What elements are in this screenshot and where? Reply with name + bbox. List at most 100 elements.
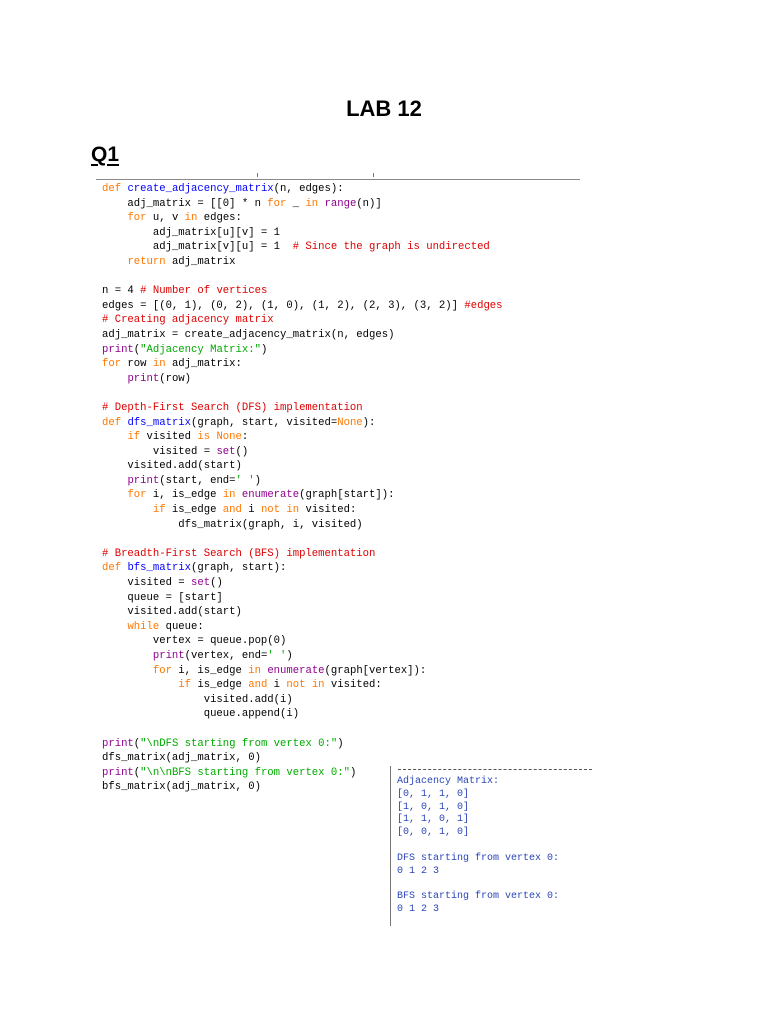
code-line: visited = set() <box>102 576 503 591</box>
code-line: print(start, end=' ') <box>102 474 503 489</box>
code-token: not in <box>286 679 325 692</box>
code-token: is_edge <box>165 504 223 517</box>
code-token: create_adjacency_matrix <box>127 183 274 195</box>
code-token: (graph[vertex]): <box>324 664 427 677</box>
code-token: ) <box>260 343 268 356</box>
code-line: print("\nDFS starting from vertex 0:") <box>102 737 503 752</box>
code-token: "\n\nBFS starting from vertex 0:" <box>140 766 350 779</box>
code-token: print <box>127 474 160 487</box>
code-token: enumerate <box>267 664 325 677</box>
code-token: if <box>152 504 166 517</box>
code-token: visited.add(start) <box>102 606 242 619</box>
code-token: ) <box>286 650 293 662</box>
output-line: 0 1 2 3 <box>397 903 440 915</box>
code-token: ) <box>337 737 344 750</box>
output-line: [0, 1, 1, 0] <box>397 788 470 800</box>
code-token: ' ' <box>267 650 287 662</box>
code-screenshot: def create_adjacency_matrix(n, edges): a… <box>96 172 580 802</box>
code-top-border <box>96 179 580 180</box>
code-line: for i, is_edge in enumerate(graph[vertex… <box>102 664 503 679</box>
code-token: # Breadth-First Search (BFS) implementat… <box>102 547 376 560</box>
code-token: edges: <box>197 212 242 225</box>
code-line: queue = [start] <box>102 591 503 606</box>
code-line: if is_edge and i not in visited: <box>102 503 503 518</box>
code-line: edges = [(0, 1), (0, 2), (1, 0), (1, 2),… <box>102 299 503 314</box>
code-token: adj_matrix <box>165 255 236 268</box>
output-line: [0, 0, 1, 0] <box>397 827 470 839</box>
code-listing: def create_adjacency_matrix(n, edges): a… <box>102 182 503 795</box>
code-token: ): <box>362 416 376 429</box>
code-token: # Depth-First Search (DFS) implementatio… <box>102 401 363 414</box>
code-token: _ <box>286 197 306 210</box>
code-token: visited = <box>102 445 217 458</box>
output-line: [1, 1, 0, 1] <box>397 814 470 826</box>
output-line: BFS starting from vertex 0: <box>397 891 560 903</box>
code-token: return <box>127 255 166 268</box>
code-line: visited.add(start) <box>102 605 503 620</box>
code-line: visited.add(start) <box>102 459 503 474</box>
code-token: () <box>235 445 249 458</box>
code-token: for <box>102 358 122 371</box>
code-line: if is_edge and i not in visited: <box>102 678 503 693</box>
code-token: in <box>248 664 261 677</box>
code-token: None <box>337 416 363 429</box>
code-token: i, is_edge <box>171 664 249 677</box>
code-token: queue: <box>159 620 204 633</box>
code-line: vertex = queue.pop(0) <box>102 634 503 649</box>
code-token: # Creating adjacency matrix <box>102 314 274 327</box>
code-token: for <box>127 489 147 502</box>
code-token: queue.append(i) <box>102 708 300 721</box>
code-line: for row in adj_matrix: <box>102 357 503 372</box>
code-token: print <box>152 650 185 662</box>
code-token: for <box>267 197 287 210</box>
code-token: ) <box>254 474 261 487</box>
code-line: print(row) <box>102 372 503 387</box>
code-token: print <box>102 343 134 356</box>
code-token: adj_matrix = [[0] * n <box>102 197 268 210</box>
code-token: adj_matrix[v][u] = 1 <box>102 241 293 254</box>
code-token: for <box>152 664 172 677</box>
code-line: # Creating adjacency matrix <box>102 313 503 328</box>
code-token: adj_matrix: <box>165 358 242 371</box>
output-separator <box>398 769 592 770</box>
code-token: in <box>184 212 198 225</box>
code-token: "\nDFS starting from vertex 0:" <box>140 737 338 750</box>
code-token: def <box>102 416 128 429</box>
code-token: visited.add(i) <box>102 693 293 706</box>
code-token: (graph[start]): <box>299 489 395 502</box>
code-token: (n)] <box>356 197 382 210</box>
code-token: visited <box>140 431 198 444</box>
code-line: print("Adjacency Matrix:") <box>102 343 503 358</box>
code-token: i <box>241 504 261 517</box>
code-token: None <box>216 431 242 444</box>
code-token: vertex = queue.pop(0) <box>102 635 287 648</box>
code-token: def <box>102 562 128 575</box>
code-token: not in <box>260 504 300 517</box>
code-line: adj_matrix[u][v] = 1 <box>102 226 503 241</box>
code-token: # Number of vertices <box>140 285 268 298</box>
ruler-tick <box>373 173 374 177</box>
code-token: set <box>191 577 211 590</box>
code-token: if <box>178 679 192 692</box>
output-line: [1, 0, 1, 0] <box>397 801 470 813</box>
code-line: # Depth-First Search (DFS) implementatio… <box>102 401 503 416</box>
code-token: row <box>121 358 153 371</box>
code-token: (graph, start): <box>191 562 287 575</box>
output-line: 0 1 2 3 <box>397 865 440 877</box>
ruler-tick <box>257 173 258 177</box>
code-token: edges = [(0, 1), (0, 2), (1, 0), (1, 2),… <box>102 299 465 312</box>
code-token: in <box>152 358 166 371</box>
output-left-border <box>390 766 391 926</box>
code-token: print <box>102 766 134 779</box>
output-line: DFS starting from vertex 0: <box>397 852 560 864</box>
code-line: queue.append(i) <box>102 707 503 722</box>
